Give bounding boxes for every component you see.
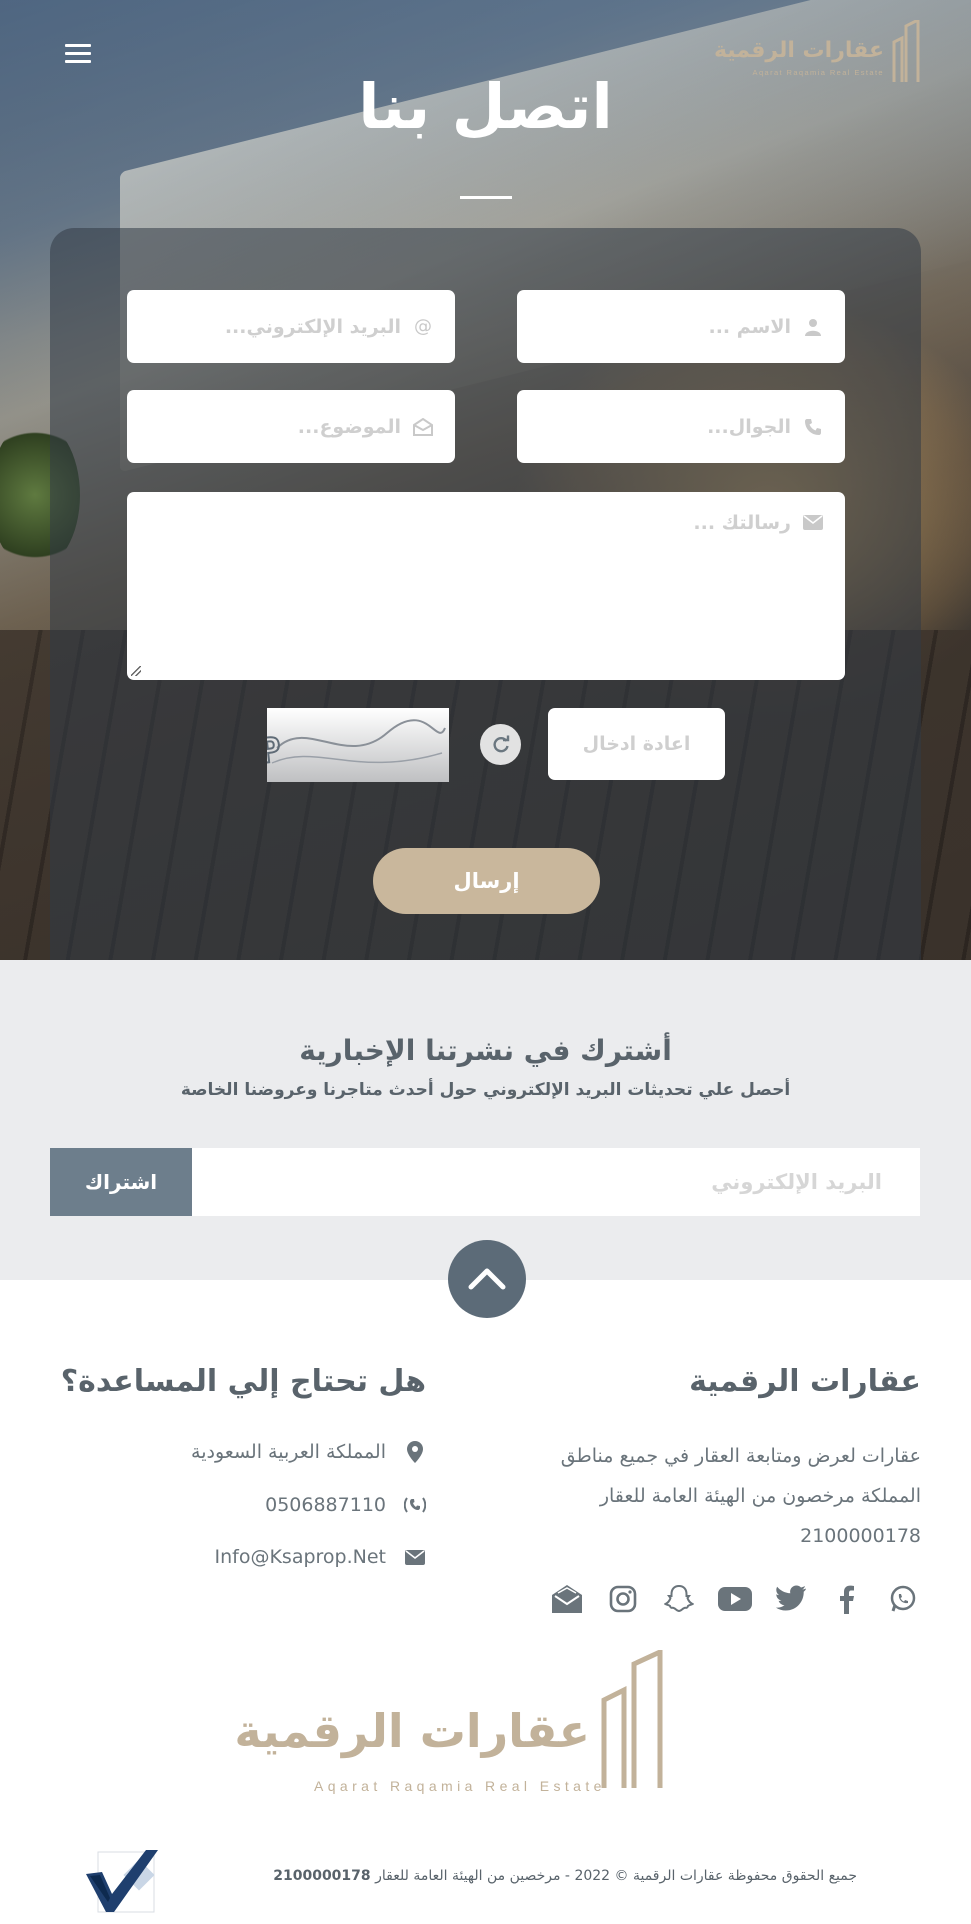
email-placeholder: البريد الإلكتروني... — [224, 315, 401, 338]
phone-text: 0506887110 — [265, 1494, 386, 1516]
location-pin-icon — [404, 1441, 426, 1463]
subscribe-button[interactable]: اشتراك — [50, 1148, 192, 1216]
page-title: اتصل بنا — [358, 70, 613, 143]
at-sign-icon: @ — [414, 316, 432, 337]
youtube-icon[interactable] — [717, 1578, 753, 1620]
phone-field[interactable]: الجوال... — [517, 390, 845, 463]
captcha-refresh-button[interactable] — [480, 724, 521, 765]
open-envelope-icon — [413, 417, 433, 437]
contact-phone[interactable]: 0506887110 — [265, 1494, 426, 1516]
footer-about-text: عقارات لعرض ومتابعة العقار في جميع مناطق… — [560, 1445, 921, 1547]
subject-placeholder: الموضوع... — [297, 415, 401, 438]
subject-field[interactable]: الموضوع... — [127, 390, 455, 463]
footer-help-title: هل تحتاج إلي المساعدة؟ — [60, 1364, 426, 1399]
phone-placeholder: الجوال... — [707, 415, 791, 438]
building-logo-icon — [601, 1650, 663, 1788]
license-number: 2100000178 — [273, 1868, 371, 1884]
submit-button[interactable]: إرسال — [373, 848, 600, 914]
copyright-text: جميع الحقوق محفوظة عقارات الرقمية © 2022… — [273, 1868, 857, 1884]
name-field[interactable]: الاسم ... — [517, 290, 845, 363]
footer-logo: عقارات الرقمية Aqarat Raqamia Real Estat… — [234, 1650, 690, 1800]
phone-volume-icon — [404, 1494, 426, 1516]
textarea-resize-handle[interactable] — [131, 666, 141, 676]
twitter-icon[interactable] — [773, 1578, 809, 1620]
certification-badge[interactable] — [84, 1846, 162, 1916]
whatsapp-icon[interactable] — [885, 1578, 921, 1620]
contact-location: المملكة العربية السعودية — [191, 1441, 426, 1463]
newsletter-subtitle: أحصل علي تحديثات البريد الإلكتروني حول أ… — [180, 1080, 791, 1100]
message-field[interactable]: رسالتك ... — [127, 492, 845, 680]
facebook-icon[interactable] — [829, 1578, 865, 1620]
name-placeholder: الاسم ... — [708, 315, 791, 338]
refresh-icon — [492, 735, 509, 752]
footer-about-title: عقارات الرقمية — [689, 1364, 921, 1399]
captcha-input[interactable]: اعادة ادخال — [548, 708, 725, 780]
snapchat-icon[interactable] — [661, 1578, 697, 1620]
envelope-icon — [803, 512, 823, 532]
hamburger-menu-icon[interactable] — [65, 44, 91, 66]
contact-email[interactable]: Info@Ksaprop.Net — [215, 1546, 427, 1568]
scroll-to-top-button[interactable] — [448, 1240, 526, 1318]
phone-icon — [803, 417, 823, 437]
location-text: المملكة العربية السعودية — [191, 1441, 386, 1463]
email-text: Info@Ksaprop.Net — [214, 1546, 387, 1568]
newsletter-section: أشترك في نشرتنا الإخبارية أحصل علي تحديث… — [0, 960, 971, 1280]
newsletter-email-input[interactable]: البريد الإلكتروني — [191, 1148, 920, 1216]
instagram-icon[interactable] — [605, 1578, 641, 1620]
chevron-up-icon — [468, 1268, 506, 1290]
email-field[interactable]: @ البريد الإلكتروني... — [127, 290, 455, 363]
envelope-icon — [404, 1546, 426, 1568]
title-underline — [460, 196, 512, 199]
user-icon — [803, 317, 823, 337]
message-placeholder: رسالتك ... — [693, 512, 791, 534]
header-brand-name: عقارات الرقمية — [713, 38, 884, 63]
footer-logo-tagline: Aqarat Raqamia Real Estate — [314, 1778, 606, 1794]
newsletter-title: أشترك في نشرتنا الإخبارية — [299, 1034, 672, 1067]
captcha-image: OR7TP — [267, 708, 449, 782]
email-open-icon[interactable] — [549, 1578, 585, 1620]
footer-logo-name: عقارات الرقمية — [234, 1704, 590, 1758]
copyright-label: جميع الحقوق محفوظة عقارات الرقمية © 2022… — [375, 1868, 857, 1884]
social-links — [549, 1578, 921, 1620]
